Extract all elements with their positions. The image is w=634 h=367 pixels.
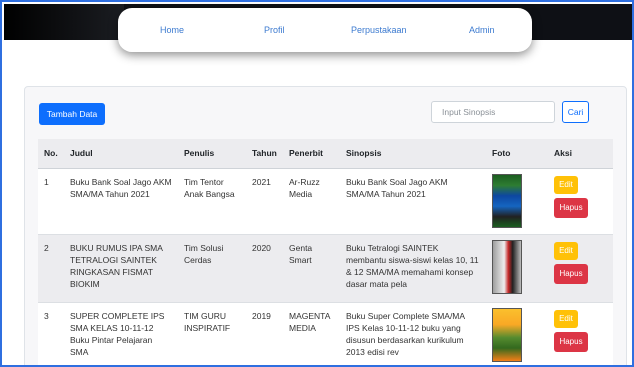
header-penulis: Penulis [178, 139, 246, 169]
cell-penulis: Tim Solusi Cerdas [178, 234, 246, 303]
table-row: 3 SUPER COMPLETE IPS SMA KELAS 10-11-12 … [38, 302, 613, 365]
cell-aksi: Edit Hapus [548, 302, 613, 365]
book-cover-image [492, 173, 522, 228]
table-header-row: No. Judul Penulis Tahun Penerbit Sinopsi… [38, 139, 613, 169]
cell-sinopsis: Buku Super Complete SMA/MA IPS Kelas 10-… [340, 302, 486, 365]
header-foto: Foto [486, 139, 548, 169]
cell-judul: SUPER COMPLETE IPS SMA KELAS 10-11-12 Bu… [64, 302, 178, 365]
search-input[interactable] [431, 101, 555, 123]
browser-frame: Home Profil Perpustakaan Admin Tambah Da… [0, 0, 634, 367]
nav-profil-link[interactable]: Profil [264, 25, 285, 35]
table-row: 1 Buku Bank Soal Jago AKM SMA/MA Tahun 2… [38, 168, 613, 235]
cell-aksi: Edit Hapus [548, 234, 613, 303]
cell-no: 1 [38, 168, 64, 235]
edit-button[interactable]: Edit [554, 175, 578, 194]
navbar: Home Profil Perpustakaan Admin [118, 8, 532, 52]
header-sinopsis: Sinopsis [340, 139, 486, 169]
nav-home-link[interactable]: Home [160, 25, 184, 35]
books-table: No. Judul Penulis Tahun Penerbit Sinopsi… [38, 139, 613, 365]
nav-admin-link[interactable]: Admin [469, 25, 495, 35]
cell-penulis: TIM GURU INSPIRATIF [178, 302, 246, 365]
delete-button[interactable]: Hapus [554, 331, 588, 352]
cell-foto [486, 168, 548, 235]
cell-tahun: 2019 [246, 302, 283, 365]
edit-button[interactable]: Edit [554, 309, 578, 328]
cell-aksi: Edit Hapus [548, 168, 613, 235]
cell-penerbit: MAGENTA MEDIA [283, 302, 340, 365]
cell-foto [486, 302, 548, 365]
cell-judul: Buku Bank Soal Jago AKM SMA/MA Tahun 202… [64, 168, 178, 235]
edit-button[interactable]: Edit [554, 241, 578, 260]
nav-perpustakaan-link[interactable]: Perpustakaan [351, 25, 407, 35]
cell-penerbit: Genta Smart [283, 234, 340, 303]
table-row: 2 BUKU RUMUS IPA SMA TETRALOGI SAINTEK R… [38, 234, 613, 303]
header-aksi: Aksi [548, 139, 613, 169]
cell-sinopsis: Buku Tetralogi SAINTEK membantu siswa-si… [340, 234, 486, 303]
cell-judul: BUKU RUMUS IPA SMA TETRALOGI SAINTEK RIN… [64, 234, 178, 303]
delete-button[interactable]: Hapus [554, 197, 588, 218]
header-judul: Judul [64, 139, 178, 169]
cell-foto [486, 234, 548, 303]
header-no: No. [38, 139, 64, 169]
cell-tahun: 2021 [246, 168, 283, 235]
cell-sinopsis: Buku Bank Soal Jago AKM SMA/MA Tahun 202… [340, 168, 486, 235]
delete-button[interactable]: Hapus [554, 263, 588, 284]
cell-penulis: Tim Tentor Anak Bangsa [178, 168, 246, 235]
cell-no: 3 [38, 302, 64, 365]
add-data-button[interactable]: Tambah Data [39, 103, 105, 125]
cell-penerbit: Ar-Ruzz Media [283, 168, 340, 235]
book-cover-image [492, 307, 522, 362]
content-card: Tambah Data Cari No. Judul Penulis Tahun… [24, 86, 627, 365]
book-cover-image [492, 239, 522, 294]
cell-no: 2 [38, 234, 64, 303]
header-tahun: Tahun [246, 139, 283, 169]
search-button[interactable]: Cari [562, 101, 589, 123]
header-penerbit: Penerbit [283, 139, 340, 169]
cell-tahun: 2020 [246, 234, 283, 303]
